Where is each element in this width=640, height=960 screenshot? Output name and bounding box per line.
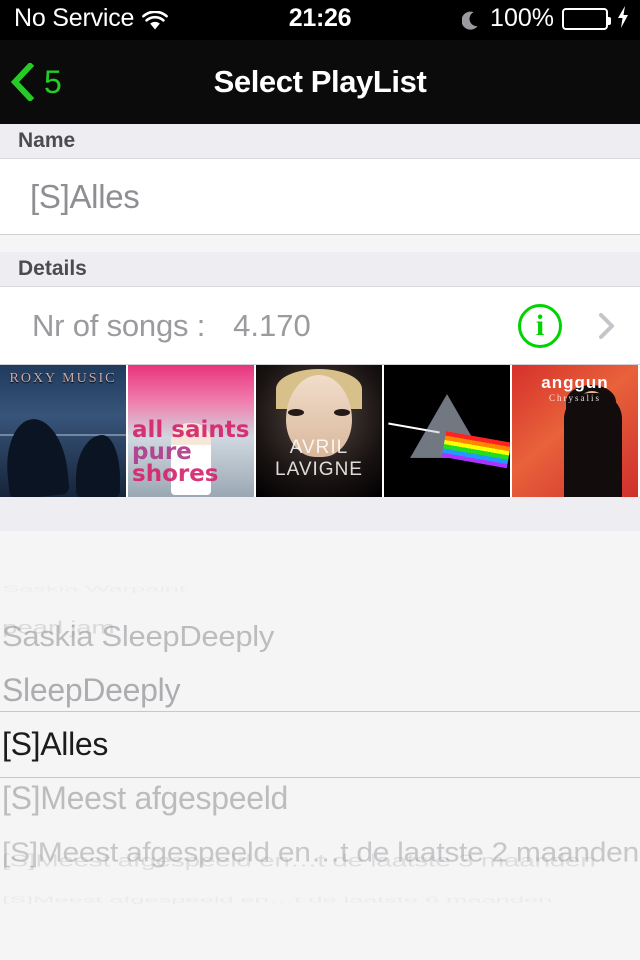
artwork-avril-lavigne[interactable]: AVRIL LAVIGNE (256, 365, 382, 497)
picker-item-label: Saskia Warpaint (2, 584, 186, 594)
picker-item-label: Saskia SleepDeeply (2, 619, 275, 653)
nr-of-songs-value: 4.170 (233, 307, 311, 343)
artwork-all-saints-line3: shores (132, 461, 219, 487)
avril-eye-right (334, 409, 350, 416)
artwork-avril-wordmark: AVRIL LAVIGNE (275, 437, 363, 480)
picker-item-selected[interactable]: [S]Alles (0, 718, 640, 772)
info-circle-icon[interactable]: i (518, 303, 562, 348)
floyd-rainbow (441, 431, 510, 469)
artwork-anggun-album: Chrysalis (548, 393, 601, 403)
picker-item-label: SleepDeeply (2, 672, 181, 708)
artwork-roxy-music[interactable]: ROXY MUSIC (0, 365, 126, 497)
artwork-all-saints[interactable]: all saints pure shores (128, 365, 254, 497)
picker-item-label: [S]Meest afgespeeld (2, 780, 289, 816)
picker-item[interactable]: Saskia SleepDeeply (0, 612, 640, 662)
page-title: Select PlayList (213, 64, 427, 99)
app-screen: No Service 21:26 100% 5 Select PlayList … (0, 0, 640, 960)
picker-item[interactable]: SleepDeeply (0, 664, 640, 718)
moon-icon (461, 10, 482, 32)
status-bar-right: 100% (461, 4, 630, 33)
roxy-bird-right (76, 435, 120, 497)
battery-percent-label: 100% (490, 4, 554, 32)
picker-item[interactable]: [S]Meest afgespeeld en…t de laatste 3 ma… (0, 844, 640, 877)
artwork-anggun[interactable]: anggun Chrysalis (512, 365, 638, 497)
battery-icon (562, 7, 611, 30)
playlist-name-value: [S]Alles (30, 177, 140, 215)
section-gap (0, 497, 640, 531)
artwork-roxy-title: ROXY MUSIC (9, 371, 117, 386)
navigation-bar: 5 Select PlayList (0, 40, 640, 124)
artwork-pink-floyd[interactable] (384, 365, 510, 497)
anggun-figure (564, 393, 622, 497)
avril-eye-left (288, 409, 304, 416)
lightning-bolt-icon (616, 5, 630, 32)
chevron-right-icon (598, 312, 616, 340)
playlist-picker-wheel[interactable]: Saskia Warpaint pearl jam Saskia SleepDeep… (0, 531, 640, 921)
roxy-bird-left (2, 416, 70, 497)
picker-item[interactable]: [S]Meest afgespeeld (0, 772, 640, 826)
picker-item-label: [S]Alles (2, 726, 109, 762)
picker-item-label: [S]Meest afgespeeld en…t de laatste 3 ma… (2, 851, 596, 871)
artwork-anggun-artist: anggun (541, 373, 609, 392)
playlist-name-cell[interactable]: [S]Alles (0, 159, 640, 235)
album-artwork-strip[interactable]: ROXY MUSIC all saints pure shores AVRIL … (0, 365, 640, 497)
nr-of-songs-label: Nr of songs : (32, 307, 206, 343)
status-bar: No Service 21:26 100% (0, 0, 640, 40)
nr-of-songs-row[interactable]: Nr of songs : 4.170 i (0, 287, 640, 365)
section-header-name: Name (0, 124, 640, 159)
picker-item-label: [S]Meest afgespeeld en…t de laatste 6 ma… (2, 895, 553, 905)
picker-item[interactable]: Saskia Warpaint (0, 581, 640, 597)
section-header-details: Details (0, 252, 640, 287)
picker-item[interactable]: [S]Meest afgespeeld en…t de laatste 6 ma… (0, 892, 640, 908)
picker-bottom-fill (0, 921, 640, 960)
